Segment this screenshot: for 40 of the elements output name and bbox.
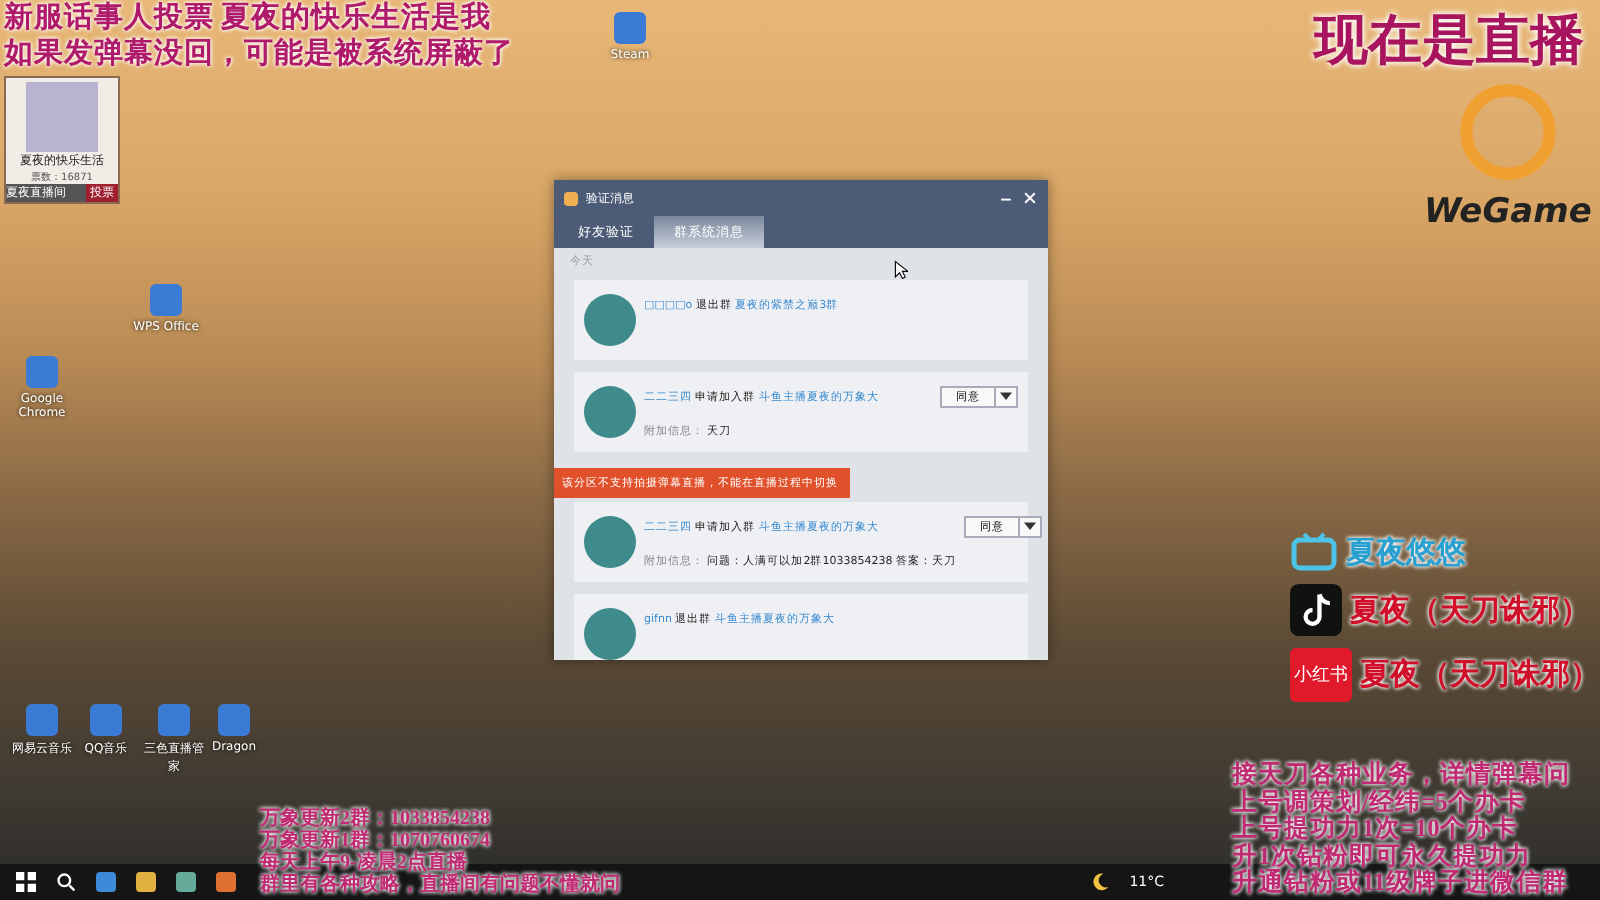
music-note-icon bbox=[1290, 584, 1342, 636]
avatar bbox=[584, 294, 636, 346]
overlay-text: 万象更新1群：1070760674 bbox=[260, 830, 492, 852]
channel-name: 夏夜（天刀诛邪） bbox=[1360, 656, 1600, 694]
overlay-text: 新服话事人投票 夏夜的快乐生活是我 bbox=[4, 0, 494, 36]
moon-icon bbox=[1089, 872, 1110, 892]
overlay-text: 如果发弹幕没回，可能是被系统屏蔽了 bbox=[4, 36, 514, 72]
dropdown-button[interactable] bbox=[1020, 516, 1042, 538]
overlay-text: 群里有各种攻略，直播间有问题不懂就问 bbox=[260, 874, 620, 896]
avatar bbox=[584, 608, 636, 660]
overlay-text: 每天上午9-凌晨2点直播 bbox=[260, 852, 467, 874]
overlay-text: 上号提功力1次=10个办卡 bbox=[1232, 816, 1520, 843]
close-icon[interactable] bbox=[1022, 190, 1038, 206]
search-icon[interactable] bbox=[56, 872, 76, 892]
caret-icon bbox=[1000, 392, 1012, 402]
avatar bbox=[584, 386, 636, 438]
app-shortcut-icon[interactable] bbox=[158, 704, 190, 736]
overlay-text: 上号调策划/经纬=5个办卡 bbox=[1232, 789, 1528, 816]
overlay-text: 升1次钻粉即可永久提功力 bbox=[1232, 843, 1531, 870]
mouse-pointer-icon bbox=[894, 260, 908, 280]
channel-name: 夏夜（天刀诛邪） bbox=[1350, 592, 1590, 629]
app-shortcut-icon[interactable] bbox=[614, 12, 646, 44]
channel-name: 夏夜悠悠 bbox=[1346, 534, 1466, 571]
dropdown-button[interactable] bbox=[996, 386, 1018, 408]
app-icon bbox=[564, 191, 578, 205]
live-banner-text: 现在是直播 bbox=[1314, 8, 1584, 74]
avatar bbox=[584, 516, 636, 568]
wegame-logo: WeGame bbox=[1424, 192, 1592, 232]
app-shortcut-icon[interactable] bbox=[218, 704, 250, 736]
app-badge: 小红书 bbox=[1290, 648, 1352, 702]
app-shortcut-icon[interactable] bbox=[90, 704, 122, 736]
overlay-text: 万象更新2群：1033854238 bbox=[260, 808, 492, 830]
windows-start-icon[interactable] bbox=[16, 872, 36, 892]
overlay-text: 升通钻粉或11级牌子进微信群 bbox=[1232, 870, 1570, 898]
tv-icon bbox=[1290, 532, 1338, 572]
wegame-ring-icon bbox=[1456, 80, 1560, 184]
overlay-text: 接天刀各种业务，详情弹幕问 bbox=[1232, 762, 1570, 789]
caret-icon bbox=[1024, 522, 1036, 532]
photo-placeholder bbox=[26, 82, 98, 152]
app-shortcut-icon[interactable] bbox=[26, 704, 58, 736]
